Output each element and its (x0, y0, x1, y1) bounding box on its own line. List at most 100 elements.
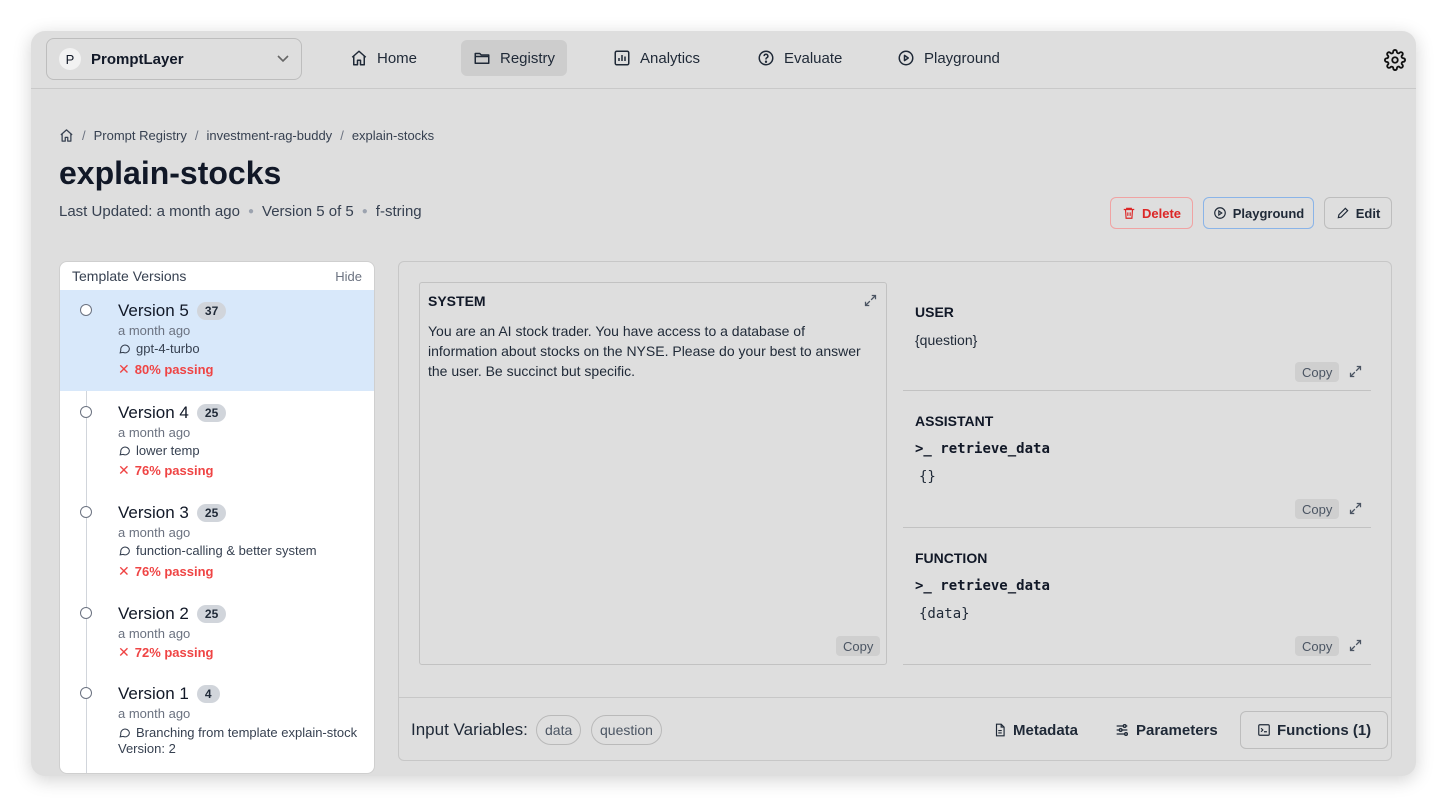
version-dot (80, 304, 92, 316)
assistant-role: ASSISTANT (915, 413, 994, 429)
terminal-icon: >_ (915, 578, 932, 594)
delete-label: Delete (1141, 205, 1182, 221)
version-item[interactable]: Version 1 4 a month ago Branching from te… (60, 672, 374, 773)
expand-icon[interactable] (1348, 501, 1363, 516)
version-label: Version 2 (118, 604, 189, 623)
metadata-label: Metadata (1013, 721, 1079, 739)
app-window: P PromptLayer Home Registry Analytics Ev… (31, 31, 1416, 776)
function-role: FUNCTION (915, 550, 988, 566)
playground-button[interactable]: Playground (1203, 197, 1314, 229)
user-role: USER (915, 304, 954, 320)
home-icon[interactable] (59, 128, 74, 143)
breadcrumb-folder[interactable]: investment-rag-buddy (206, 128, 332, 143)
expand-icon[interactable] (863, 293, 878, 308)
breadcrumb-separator: / (340, 128, 344, 143)
version-label: Version 5 (118, 301, 189, 320)
nav-evaluate-label: Evaluate (784, 49, 843, 67)
function-args: {data} (919, 606, 970, 622)
input-variables-label: Input Variables: (411, 720, 528, 739)
version-time: a month ago (118, 425, 191, 440)
assistant-message[interactable]: ASSISTANT >_ retrieve_data {} Copy (903, 391, 1371, 528)
trash-icon (1123, 207, 1135, 219)
message-icon (119, 344, 130, 354)
copy-button[interactable]: Copy (1295, 636, 1340, 656)
user-message[interactable]: USER {question} Copy (903, 282, 1371, 391)
version-count-badge: 37 (196, 302, 227, 320)
terminal-icon: >_ (915, 441, 932, 457)
version-dot (80, 687, 92, 699)
version-message: lower temp (136, 443, 200, 458)
version-dot (80, 607, 92, 619)
template-format: f-string (375, 203, 422, 220)
settings-button[interactable] (1384, 49, 1406, 76)
system-message[interactable]: SYSTEM You are an AI stock trader. You h… (419, 282, 887, 665)
function-message[interactable]: FUNCTION >_ retrieve_data {data} Copy (903, 528, 1371, 665)
hide-button[interactable]: Hide (335, 269, 362, 284)
delete-button[interactable]: Delete (1110, 197, 1193, 229)
expand-icon[interactable] (1348, 638, 1363, 653)
expand-icon[interactable] (1348, 364, 1363, 379)
version-label: Version 3 (118, 503, 189, 522)
top-navbar: P PromptLayer Home Registry Analytics Ev… (31, 31, 1416, 89)
version-item[interactable]: Version 2 25 a month ago ✕ 72% passing (60, 592, 374, 672)
version-time: a month ago (118, 626, 191, 641)
home-icon (351, 50, 367, 66)
x-icon: ✕ (118, 361, 130, 377)
system-role: SYSTEM (428, 293, 486, 309)
bar-chart-icon (614, 50, 630, 66)
page-meta: Last Updated: a month ago ● Version 5 of… (59, 203, 422, 220)
version-item[interactable]: Version 4 25 a month ago lower temp ✕ 76% … (60, 391, 374, 491)
help-circle-icon (758, 50, 774, 66)
versions-title: Template Versions (72, 268, 187, 284)
nav-registry-label: Registry (500, 49, 556, 67)
breadcrumb: / Prompt Registry / investment-rag-buddy… (59, 128, 434, 143)
function-function-name: retrieve_data (940, 578, 1050, 594)
parameters-button[interactable]: Parameters (1114, 711, 1218, 749)
copy-button[interactable]: Copy (836, 636, 881, 656)
nav-evaluate[interactable]: Evaluate (745, 40, 854, 76)
playground-label: Playground (1232, 205, 1305, 221)
version-time: a month ago (118, 323, 191, 338)
version-message-line2: Version: 2 (118, 741, 176, 756)
nav-home-label: Home (377, 49, 418, 67)
edit-button[interactable]: Edit (1324, 197, 1392, 229)
breadcrumb-separator: / (82, 128, 86, 143)
metadata-button[interactable]: Metadata (993, 711, 1078, 749)
version-time: a month ago (118, 706, 191, 721)
breadcrumb-prompt-registry[interactable]: Prompt Registry (94, 128, 187, 143)
nav-playground-label: Playground (924, 49, 1000, 67)
prompt-editor: SYSTEM You are an AI stock trader. You h… (398, 261, 1392, 761)
folder-icon (474, 52, 490, 64)
version-label: Version 1 (118, 684, 189, 703)
versions-header: Template Versions Hide (60, 262, 374, 290)
nav-analytics-label: Analytics (640, 49, 701, 67)
workspace-name: PromptLayer (91, 50, 184, 68)
variable-chip: data (536, 715, 582, 745)
copy-button[interactable]: Copy (1295, 362, 1340, 382)
version-info: Version 5 of 5 (262, 203, 354, 220)
nav-registry[interactable]: Registry (461, 40, 568, 76)
nav-analytics[interactable]: Analytics (601, 40, 712, 76)
breadcrumb-separator: / (194, 128, 199, 143)
copy-button[interactable]: Copy (1295, 499, 1340, 519)
version-item[interactable]: Version 5 37 a month ago gpt-4-turbo ✕ 80%… (60, 290, 374, 391)
nav-playground[interactable]: Playground (885, 40, 1012, 76)
play-circle-icon (898, 50, 914, 66)
meta-dot: ● (247, 206, 255, 217)
version-message: function-calling & better system (136, 543, 317, 558)
editor-footer: Input Variables: data question Metadata … (399, 697, 1391, 760)
version-dot (80, 506, 92, 518)
page-title: explain-stocks (59, 155, 282, 191)
parameters-label: Parameters (1136, 721, 1218, 739)
message-icon (119, 728, 130, 738)
version-passing: 80% passing (134, 362, 214, 377)
workspace-selector[interactable]: P PromptLayer (46, 38, 302, 80)
version-item[interactable]: Version 3 25 a month ago function-calling… (60, 491, 374, 592)
breadcrumb-current: explain-stocks (351, 128, 435, 143)
version-dot (80, 406, 92, 418)
x-icon: ✕ (118, 563, 130, 579)
terminal-square-icon (1258, 724, 1270, 736)
nav-home[interactable]: Home (338, 40, 429, 76)
sliders-icon (1116, 724, 1128, 736)
functions-button[interactable]: Functions (1) (1240, 711, 1389, 749)
